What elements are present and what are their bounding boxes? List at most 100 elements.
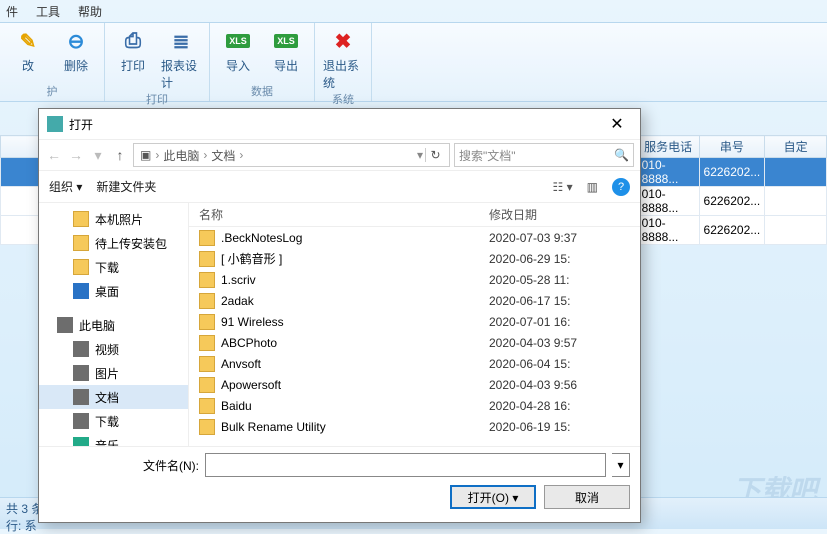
import-icon: XLS bbox=[224, 27, 252, 55]
tree-node[interactable]: 桌面 bbox=[39, 279, 188, 303]
ribbon-print-button[interactable]: ⎙打印 bbox=[113, 27, 153, 91]
filename-dropdown[interactable]: ▾ bbox=[612, 453, 630, 477]
tree-node[interactable]: 视频 bbox=[39, 337, 188, 361]
file-row[interactable]: 91 Wireless2020-07-01 16: bbox=[189, 311, 640, 332]
ribbon-reportdesign-button[interactable]: ≣报表设计 bbox=[161, 27, 201, 91]
refresh-button[interactable]: ↻ bbox=[425, 148, 445, 162]
menu-bar: 件 工具 帮助 bbox=[0, 0, 827, 22]
column-date[interactable]: 修改日期 bbox=[489, 206, 640, 223]
recent-dropdown[interactable]: ▾ bbox=[89, 147, 107, 164]
tree-node[interactable]: 此电脑 bbox=[39, 313, 188, 337]
menu-item[interactable]: 件 bbox=[6, 3, 18, 19]
ribbon-export-button[interactable]: XLS导出 bbox=[266, 27, 306, 74]
help-button[interactable]: ? bbox=[612, 178, 630, 196]
tree-node[interactable]: 下载 bbox=[39, 409, 188, 433]
organize-button[interactable]: 组织 ▾ bbox=[49, 178, 82, 195]
file-row[interactable]: .BeckNotesLog2020-07-03 9:37 bbox=[189, 227, 640, 248]
up-button[interactable]: ↑ bbox=[111, 147, 129, 163]
menu-item[interactable]: 工具 bbox=[36, 3, 60, 19]
file-date: 2020-04-28 16: bbox=[489, 399, 640, 413]
file-list: 名称 修改日期 .BeckNotesLog2020-07-03 9:37[ 小鹤… bbox=[189, 203, 640, 446]
tree-node[interactable]: 音乐 bbox=[39, 433, 188, 446]
file-name: [ 小鹤音形 ] bbox=[221, 250, 489, 267]
chevron-right-icon: › bbox=[203, 148, 207, 162]
folder-icon bbox=[199, 335, 215, 351]
tree-node[interactable]: 待上传安装包 bbox=[39, 231, 188, 255]
cell-serial: 6226202... bbox=[699, 187, 765, 216]
file-date: 2020-06-17 15: bbox=[489, 294, 640, 308]
folder-icon bbox=[73, 235, 89, 251]
file-row[interactable]: Bulk Rename Utility2020-06-19 15: bbox=[189, 416, 640, 437]
column-header[interactable]: 自定 bbox=[765, 136, 827, 158]
back-button[interactable]: ← bbox=[45, 147, 63, 163]
delete-icon: ⊖ bbox=[62, 27, 90, 55]
file-row[interactable]: ABCPhoto2020-04-03 9:57 bbox=[189, 332, 640, 353]
column-header[interactable]: 串号 bbox=[699, 136, 765, 158]
new-folder-button[interactable]: 新建文件夹 bbox=[96, 178, 156, 195]
file-row[interactable]: 1.scriv2020-05-28 11: bbox=[189, 269, 640, 290]
ribbon-import-button[interactable]: XLS 导入 bbox=[218, 27, 258, 74]
export-icon: XLS bbox=[272, 27, 300, 55]
folder-icon bbox=[57, 317, 73, 333]
breadcrumb-root-icon[interactable]: ▣ bbox=[138, 148, 153, 162]
tree-label: 图片 bbox=[95, 365, 119, 382]
file-row[interactable]: Apowersoft2020-04-03 9:56 bbox=[189, 374, 640, 395]
view-mode-button[interactable]: ☷ ▾ bbox=[553, 180, 573, 194]
breadcrumb[interactable]: ▣ › 此电脑 › 文档 › ▾ ↻ bbox=[133, 143, 450, 167]
dialog-title: 打开 bbox=[69, 116, 93, 133]
folder-icon bbox=[73, 365, 89, 381]
file-list-rows[interactable]: .BeckNotesLog2020-07-03 9:37[ 小鹤音形 ]2020… bbox=[189, 227, 640, 446]
folder-icon bbox=[73, 211, 89, 227]
folder-icon bbox=[73, 413, 89, 429]
folder-tree[interactable]: 本机照片待上传安装包下载桌面此电脑视频图片文档下载音乐 bbox=[39, 203, 189, 446]
file-date: 2020-07-01 16: bbox=[489, 315, 640, 329]
close-button[interactable]: ✕ bbox=[602, 114, 632, 134]
ribbon-delete-button[interactable]: ⊖删除 bbox=[56, 27, 96, 74]
cancel-button[interactable]: 取消 bbox=[544, 485, 630, 509]
breadcrumb-dropdown[interactable]: ▾ bbox=[417, 148, 423, 162]
tree-label: 此电脑 bbox=[79, 317, 115, 334]
dialog-nav: ← → ▾ ↑ ▣ › 此电脑 › 文档 › ▾ ↻ 搜索"文档" 🔍 bbox=[39, 139, 640, 171]
column-header[interactable]: 服务电话 bbox=[637, 136, 699, 158]
ribbon-label: 导入 bbox=[226, 57, 250, 74]
dialog-toolbar: 组织 ▾ 新建文件夹 ☷ ▾ ▥ ? bbox=[39, 171, 640, 203]
chevron-right-icon: › bbox=[239, 148, 243, 162]
file-row[interactable]: Anvsoft2020-06-04 15: bbox=[189, 353, 640, 374]
folder-icon bbox=[199, 293, 215, 309]
cell-serial: 6226202... bbox=[699, 216, 765, 245]
tree-node[interactable]: 本机照片 bbox=[39, 207, 188, 231]
filename-input[interactable] bbox=[205, 453, 606, 477]
file-name: 1.scriv bbox=[221, 273, 489, 287]
dialog-titlebar: 打开 ✕ bbox=[39, 109, 640, 139]
preview-pane-button[interactable]: ▥ bbox=[587, 180, 598, 194]
folder-icon bbox=[199, 377, 215, 393]
menu-item[interactable]: 帮助 bbox=[78, 3, 102, 19]
open-button[interactable]: 打开(O) ▾ bbox=[450, 485, 536, 509]
ribbon-edit-button[interactable]: ✎改 bbox=[8, 27, 48, 74]
file-name: Anvsoft bbox=[221, 357, 489, 371]
cell-phone: 010-8888... bbox=[637, 158, 699, 187]
column-name[interactable]: 名称 bbox=[189, 206, 489, 223]
tree-node[interactable]: 图片 bbox=[39, 361, 188, 385]
file-row[interactable]: Baidu2020-04-28 16: bbox=[189, 395, 640, 416]
reportdesign-icon: ≣ bbox=[167, 27, 195, 55]
search-placeholder: 搜索"文档" bbox=[459, 147, 614, 164]
tree-node[interactable]: 下载 bbox=[39, 255, 188, 279]
exit-icon: ✖ bbox=[329, 27, 357, 55]
ribbon-label: 报表设计 bbox=[161, 57, 201, 91]
file-date: 2020-05-28 11: bbox=[489, 273, 640, 287]
file-name: 91 Wireless bbox=[221, 315, 489, 329]
folder-icon bbox=[199, 272, 215, 288]
tree-node[interactable]: 文档 bbox=[39, 385, 188, 409]
breadcrumb-seg[interactable]: 此电脑 bbox=[161, 147, 201, 164]
ribbon-group-label: 打印 bbox=[113, 91, 201, 109]
breadcrumb-seg[interactable]: 文档 bbox=[209, 147, 237, 164]
file-row[interactable]: [ 小鹤音形 ]2020-06-29 15: bbox=[189, 248, 640, 269]
search-input[interactable]: 搜索"文档" 🔍 bbox=[454, 143, 634, 167]
file-name: Apowersoft bbox=[221, 378, 489, 392]
forward-button[interactable]: → bbox=[67, 147, 85, 163]
file-row[interactable]: 2adak2020-06-17 15: bbox=[189, 290, 640, 311]
cell-phone: 010-8888... bbox=[637, 216, 699, 245]
file-name: 2adak bbox=[221, 294, 489, 308]
ribbon-exit-button[interactable]: ✖退出系统 bbox=[323, 27, 363, 91]
